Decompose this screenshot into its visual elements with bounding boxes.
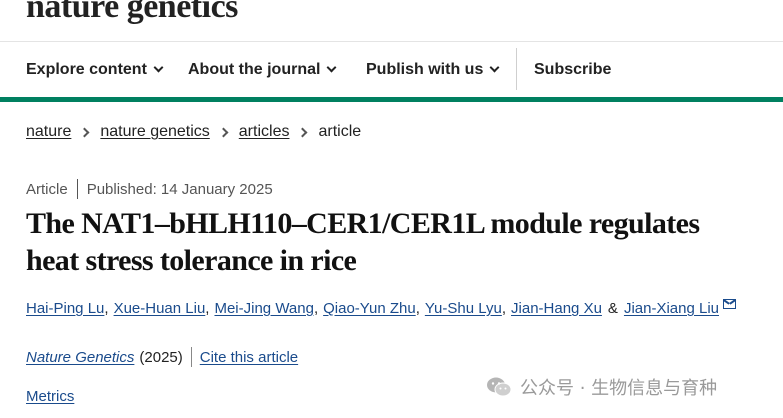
- article-title-line1: The NAT1–bHLH110–CER1/CER1L module regul…: [26, 207, 700, 240]
- main-nav: Explore content About the journal Publis…: [0, 42, 783, 97]
- breadcrumb-current: article: [318, 123, 362, 140]
- journal-logo[interactable]: nature genetics: [26, 0, 238, 26]
- author-link[interactable]: Mei-Jing Wang: [214, 300, 313, 317]
- author-separator: ,: [415, 300, 420, 317]
- breadcrumb: nature nature genetics articles article: [26, 123, 361, 141]
- nav-publish-with-us-label: Publish with us: [366, 60, 484, 78]
- wechat-icon: [487, 377, 512, 397]
- author-separator: ,: [313, 300, 319, 317]
- subscribe-link[interactable]: Subscribe: [534, 42, 611, 97]
- nav-explore-content[interactable]: Explore content: [26, 42, 164, 97]
- breadcrumb-nature-genetics[interactable]: nature genetics: [100, 123, 209, 141]
- breadcrumb-articles[interactable]: articles: [239, 123, 290, 141]
- chevron-down-icon: [326, 62, 337, 73]
- citation-line: Nature Genetics (2025) Cite this article: [26, 347, 298, 367]
- article-meta: Article Published: 14 January 2025: [26, 179, 273, 199]
- nav-about-journal[interactable]: About the journal: [188, 42, 337, 97]
- mail-icon[interactable]: [723, 298, 736, 309]
- author-ampersand: &: [607, 300, 618, 317]
- cite-this-article-link[interactable]: Cite this article: [200, 349, 298, 366]
- meta-divider: [76, 179, 78, 199]
- author-separator: ,: [205, 300, 210, 317]
- author-separator: ,: [501, 300, 507, 317]
- author-link[interactable]: Qiao-Yun Zhu: [323, 300, 416, 317]
- breadcrumb-nature[interactable]: nature: [26, 123, 71, 141]
- citation-year: (2025): [139, 348, 183, 366]
- watermark: 公众号 · 生物信息与育种: [486, 374, 717, 400]
- article-title: The NAT1–bHLH110–CER1/CER1L module regul…: [26, 205, 766, 279]
- author-list: Hai-Ping Lu, Xue-Huan Liu, Mei-Jing Wang…: [26, 298, 736, 317]
- author-link[interactable]: Jian-Xiang Liu: [624, 300, 719, 317]
- author-link[interactable]: Yu-Shu Lyu: [425, 300, 502, 317]
- author-link[interactable]: Xue-Huan Liu: [114, 300, 206, 317]
- metrics-link[interactable]: Metrics: [26, 388, 74, 405]
- chevron-right-icon: [79, 127, 90, 137]
- chevron-right-icon: [298, 127, 308, 137]
- chevron-down-icon: [489, 62, 500, 73]
- article-type: Article: [26, 180, 68, 198]
- subscribe-label: Subscribe: [534, 60, 612, 78]
- author-link[interactable]: Hai-Ping Lu: [26, 300, 104, 317]
- nav-about-journal-label: About the journal: [188, 60, 321, 78]
- published-date: Published: 14 January 2025: [86, 180, 273, 198]
- accent-bar: [0, 97, 783, 102]
- article-title-line2: heat stress tolerance in rice: [26, 244, 357, 277]
- author-separator: ,: [104, 300, 109, 317]
- chevron-down-icon: [153, 62, 164, 73]
- watermark-text: 公众号 · 生物信息与育种: [520, 378, 718, 399]
- nav-explore-content-label: Explore content: [26, 60, 147, 78]
- chevron-right-icon: [218, 127, 229, 137]
- nav-separator: [516, 48, 517, 90]
- journal-link[interactable]: Nature Genetics: [26, 349, 134, 366]
- author-link[interactable]: Jian-Hang Xu: [511, 300, 602, 317]
- nav-publish-with-us[interactable]: Publish with us: [366, 42, 500, 97]
- citation-divider: [190, 347, 192, 367]
